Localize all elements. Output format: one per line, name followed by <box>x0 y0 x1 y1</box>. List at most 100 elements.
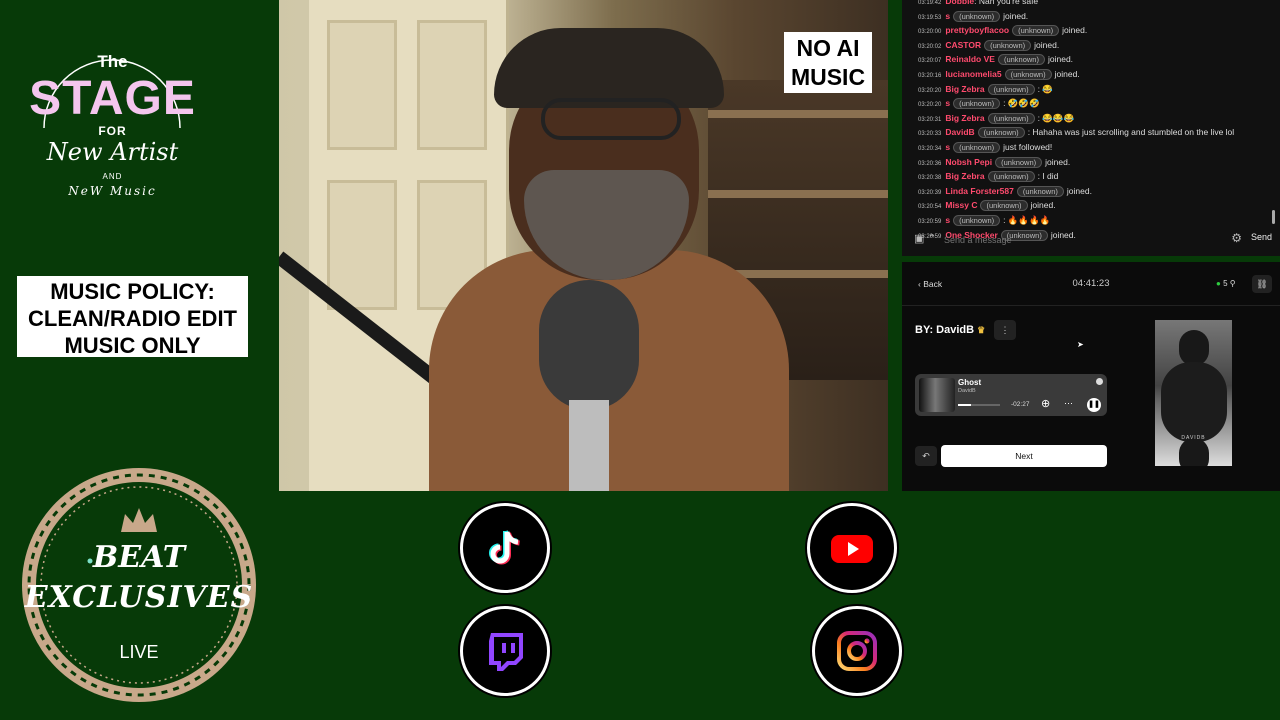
twitch-small-icon[interactable]: ▣ ⌃ <box>914 232 937 245</box>
chat-username[interactable]: Missy C <box>945 200 977 210</box>
chat-text: joined. <box>1047 54 1074 65</box>
microphone <box>539 280 639 410</box>
chat-timestamp: 03:20:54 <box>918 204 942 211</box>
chat-scrollbar[interactable] <box>1272 210 1275 224</box>
chat-text: : Nah you're safe <box>974 0 1039 6</box>
crown-icon <box>121 508 157 532</box>
add-icon[interactable]: ⊕ <box>1041 397 1050 410</box>
chat-username[interactable]: s <box>945 142 950 152</box>
chat-message: 03:20:16 lucianomelia5 (unknown) joined. <box>918 68 1272 83</box>
chat-text: joined. <box>1045 156 1071 167</box>
logo-for: FOR <box>98 124 127 138</box>
chat-text: : 🔥🔥🔥🔥 <box>1003 214 1051 225</box>
chat-platform-badge: (unknown) <box>997 54 1045 66</box>
logo-new-music: NeW Music <box>68 184 157 198</box>
tiktok-icon[interactable] <box>460 503 550 593</box>
chat-username[interactable]: DavidB <box>945 127 974 137</box>
chat-platform-badge: (unknown) <box>987 83 1035 95</box>
policy-line-1: MUSIC POLICY: <box>50 279 215 304</box>
track-artwork <box>919 378 955 412</box>
logo-and: AND <box>102 172 123 181</box>
chat-text: : 😂 <box>1037 83 1053 94</box>
twitch-icon[interactable] <box>460 606 550 696</box>
chat-platform-badge: (unknown) <box>995 156 1043 168</box>
chat-text: just followed! <box>1003 141 1053 152</box>
chat-timestamp: 03:19:42 <box>918 0 942 6</box>
gear-icon[interactable]: ⚙ <box>1231 231 1242 245</box>
chat-username[interactable]: s <box>945 215 950 225</box>
track-progress-bar[interactable] <box>958 404 1000 406</box>
person-cap <box>494 28 724 108</box>
track-title: Ghost <box>958 378 982 387</box>
chat-username[interactable]: Linda Forster587 <box>945 186 1014 196</box>
chat-message: 03:19:42 Dobbie: Nah you're safe <box>918 0 1272 10</box>
chat-timestamp: 03:20:31 <box>918 116 942 123</box>
chat-input-row: ▣ ⌃ ⚙ Send <box>910 229 1272 251</box>
chat-text: joined. <box>1062 25 1088 36</box>
logo-the: The <box>97 52 128 71</box>
person-icon: ⚲ <box>1229 279 1236 288</box>
chat-username[interactable]: s <box>945 98 950 108</box>
chat-platform-badge: (unknown) <box>1012 25 1060 37</box>
chat-panel: 03:19:42 Dobbie: Nah you're safe 03:19:53 s… <box>902 0 1280 256</box>
next-button[interactable]: Next <box>941 445 1107 467</box>
live-dot-icon: ● <box>1216 279 1221 288</box>
chat-timestamp: 03:20:07 <box>918 58 942 65</box>
track-artist: DavidB <box>958 388 976 394</box>
chat-message: 03:20:36 Nobsh Pepi (unknown) joined. <box>918 156 1272 171</box>
no-ai-line-2: MUSIC <box>790 64 866 90</box>
chat-timestamp: 03:19:53 <box>918 14 942 21</box>
chat-message-input[interactable] <box>944 229 1222 251</box>
more-icon[interactable]: ⋯ <box>1064 398 1073 409</box>
music-policy-sign: MUSIC POLICY: CLEAN/RADIO EDIT MUSIC ONL… <box>17 276 248 358</box>
chat-username[interactable]: prettyboyflacoo <box>945 25 1009 35</box>
link-icon[interactable]: ⛓ <box>1252 275 1272 293</box>
chat-username[interactable]: Nobsh Pepi <box>945 157 992 167</box>
chat-username[interactable]: Big Zebra <box>945 113 984 123</box>
undo-button[interactable]: ↶ <box>915 446 937 466</box>
chat-message: 03:20:07 Reinaldo VE (unknown) joined. <box>918 53 1272 68</box>
chat-platform-badge: (unknown) <box>980 200 1028 212</box>
send-button[interactable]: Send <box>1251 232 1272 242</box>
player-header: ‹ Back 04:41:23 ● 5 ⚲ ⛓ <box>902 262 1280 306</box>
chat-platform-badge: (unknown) <box>1016 185 1064 197</box>
chat-timestamp: 03:20:39 <box>918 189 942 196</box>
chat-text: joined. <box>1030 200 1056 211</box>
policy-line-2: CLEAN/RADIO EDIT <box>28 306 237 331</box>
chat-message-list[interactable]: 03:19:42 Dobbie: Nah you're safe 03:19:53 s… <box>918 0 1272 243</box>
chat-timestamp: 03:20:38 <box>918 175 942 182</box>
chat-timestamp: 03:20:00 <box>918 29 942 36</box>
chat-username[interactable]: Reinaldo VE <box>945 54 995 64</box>
chat-timestamp: 03:20:02 <box>918 43 942 50</box>
track-progress-fill <box>958 404 971 406</box>
chat-username[interactable]: s <box>945 11 950 21</box>
instagram-icon[interactable] <box>812 606 902 696</box>
chat-message: 03:20:20 Big Zebra (unknown): 😂 <box>918 83 1272 98</box>
no-ai-music-sign: NO AI MUSIC <box>784 32 872 93</box>
chat-platform-badge: (unknown) <box>953 10 1001 22</box>
more-options-button[interactable]: ⋮ <box>994 320 1016 340</box>
chat-username[interactable]: Big Zebra <box>945 171 984 181</box>
chat-username[interactable]: Dobbie <box>945 0 974 6</box>
policy-line-3: MUSIC ONLY <box>64 333 201 358</box>
chat-message: 03:20:33 DavidB (unknown): Hahaha was just… <box>918 126 1272 141</box>
chat-text: joined. <box>1054 68 1080 79</box>
badge-beat: BEAT <box>92 540 186 575</box>
chat-platform-badge: (unknown) <box>953 98 1001 110</box>
chat-message: 03:20:59 s (unknown): 🔥🔥🔥🔥 <box>918 214 1272 229</box>
chat-username[interactable]: Big Zebra <box>945 84 984 94</box>
chat-timestamp: 03:20:34 <box>918 145 942 152</box>
album-cover: DAVIDB <box>1155 320 1232 466</box>
viewer-count-value: 5 <box>1223 279 1228 288</box>
pause-button[interactable]: ❚❚ <box>1087 398 1101 412</box>
chat-timestamp: 03:20:20 <box>918 102 942 109</box>
chat-text: joined. <box>1034 39 1060 50</box>
spotify-icon <box>1096 378 1103 385</box>
chat-username[interactable]: CASTOR <box>945 40 981 50</box>
chat-text: : Hahaha was just scrolling and stumbled… <box>1027 127 1235 138</box>
microphone-body <box>569 400 609 491</box>
no-ai-line-1: NO AI <box>796 35 860 61</box>
chat-text: : I did <box>1037 171 1059 182</box>
youtube-icon[interactable] <box>807 503 897 593</box>
chat-username[interactable]: lucianomelia5 <box>945 69 1001 79</box>
